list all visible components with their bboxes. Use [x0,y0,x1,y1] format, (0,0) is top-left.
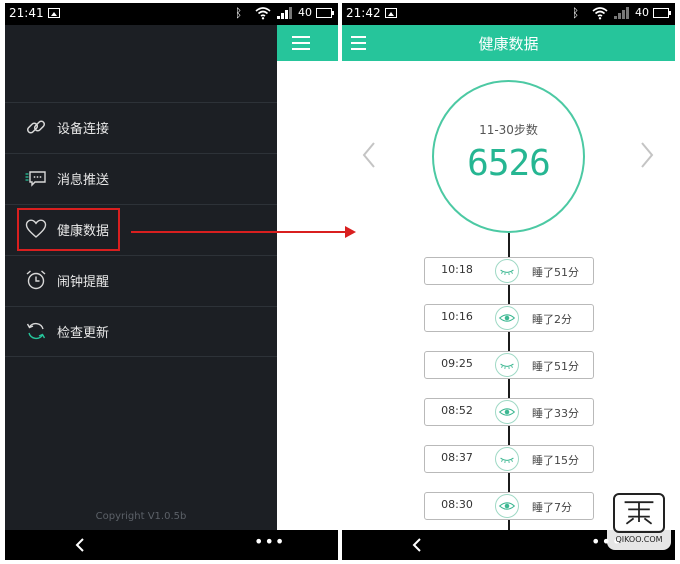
signal-icon [277,7,295,19]
status-time: 21:41 [9,6,44,20]
menu-item-label: 设备连接 [57,122,110,137]
sleep-record-time: 08:52 [441,404,473,417]
wifi-icon [592,7,608,20]
sleep-record-time: 10:16 [441,310,473,323]
content-header-peek [277,25,338,61]
signal-icon [614,7,632,19]
watermark: QIKOO.COM [607,490,671,550]
annotation-arrow-line [131,231,348,233]
sleep-record-duration: 睡了7分 [532,501,572,514]
sleep-record-row: 10:18 睡了51分 [424,257,594,285]
gallery-icon [385,8,397,18]
sleep-record-duration: 睡了15分 [532,454,579,467]
link-icon [26,120,46,134]
watermark-text: QIKOO.COM [615,535,663,544]
sleep-record-row: 08:30 睡了7分 [424,492,594,520]
sleep-record-time: 08:37 [441,451,473,464]
more-icon[interactable]: ••• [254,532,285,551]
navigation-bar: ••• [5,530,338,560]
menu-item-check-update[interactable]: 检查更新 [5,306,277,357]
sleep-record-time: 08:30 [441,498,473,511]
closed-eye-icon [495,259,519,283]
menu-item-label: 闹钟提醒 [57,275,110,290]
battery-level: 40 [298,6,312,19]
bluetooth-icon: ᛒ [235,6,243,20]
sleep-record-row: 09:25 睡了51分 [424,351,594,379]
highlight-box [17,208,120,251]
next-day-arrow-icon[interactable] [640,141,654,169]
annotation-arrow-head [345,226,356,238]
previous-day-arrow-icon[interactable] [362,141,376,169]
sleep-record-row: 08:52 睡了33分 [424,398,594,426]
menu-icon[interactable] [292,36,310,50]
menu-item-device-connect[interactable]: 设备连接 [5,102,277,153]
right-phone-screen: 21:42 ᛒ 40 健康数据 11-30步数 6526 10:18 睡了51分… [342,3,675,560]
sleep-record-duration: 睡了51分 [532,266,579,279]
closed-eye-icon [495,353,519,377]
back-icon[interactable] [412,538,422,552]
message-icon [25,171,46,187]
status-bar: 21:41 ᛒ 40 [5,3,338,25]
status-bar: 21:42 ᛒ 40 [342,3,675,25]
menu-item-label: 检查更新 [57,326,110,341]
sleep-record-row: 08:37 睡了15分 [424,445,594,473]
gallery-icon [48,8,60,18]
wifi-icon [255,7,271,20]
left-phone-screen: 21:41 ᛒ 40 设备连接 消息推送 健康数据 闹钟提醒 检查更新 Copy… [5,3,338,560]
steps-date-label: 11-30步数 [479,123,538,137]
sleep-record-time: 10:18 [441,263,473,276]
battery-icon [316,8,334,18]
sleep-record-time: 09:25 [441,357,473,370]
page-title: 健康数据 [478,35,539,53]
open-eye-icon [495,306,519,330]
bluetooth-icon: ᛒ [572,6,580,20]
copyright-text: Copyright V1.0.5b [95,511,187,522]
menu-item-label: 消息推送 [57,173,110,188]
menu-item-message-push[interactable]: 消息推送 [5,153,277,204]
back-icon[interactable] [75,538,85,552]
battery-icon [653,8,671,18]
alarm-clock-icon [26,270,46,290]
open-eye-icon [495,494,519,518]
menu-item-alarm-reminder[interactable]: 闹钟提醒 [5,255,277,306]
watermark-logo-icon [613,493,665,533]
content-body-peek [277,61,338,530]
sleep-record-row: 10:16 睡了2分 [424,304,594,332]
closed-eye-icon [495,447,519,471]
sleep-record-duration: 睡了33分 [532,407,579,420]
sleep-record-duration: 睡了51分 [532,360,579,373]
sleep-record-duration: 睡了2分 [532,313,572,326]
battery-level: 40 [635,6,649,19]
open-eye-icon [495,400,519,424]
refresh-icon [26,322,46,340]
status-time: 21:42 [346,6,381,20]
steps-count: 6526 [467,143,551,184]
navigation-drawer: 设备连接 消息推送 健康数据 闹钟提醒 检查更新 Copyright V1.0.… [5,25,277,530]
